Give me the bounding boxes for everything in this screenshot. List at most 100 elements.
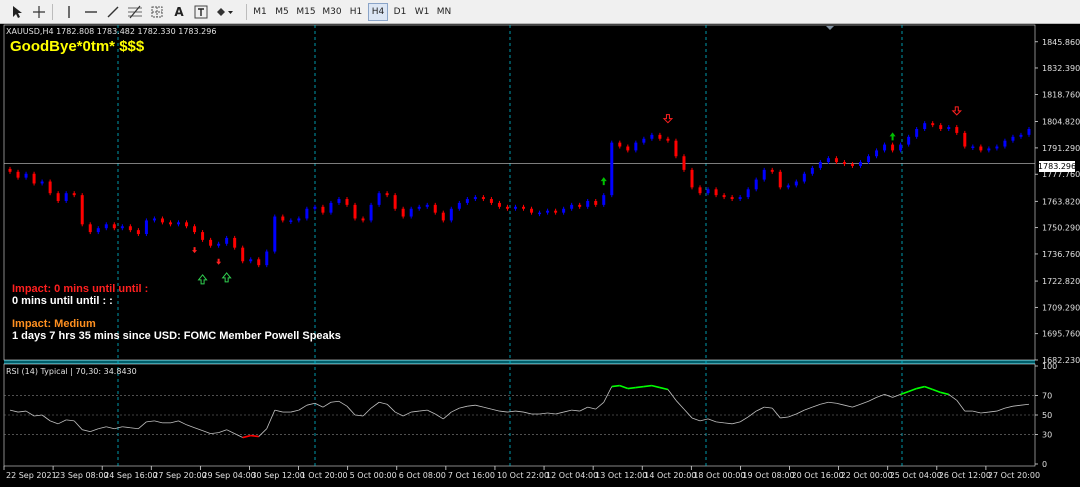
candle-body [562, 208, 566, 213]
time-axis-label: 22 Sep 2021 [6, 471, 57, 480]
candle-body [401, 208, 405, 217]
rsi-segment [322, 401, 332, 408]
candle-body [770, 169, 774, 172]
rsi-segment [170, 420, 179, 424]
candle-body [329, 202, 333, 213]
timeframe-m30-button[interactable]: M30 [320, 3, 344, 21]
rsi-segment [178, 420, 187, 426]
candle-body [393, 195, 397, 209]
text-icon[interactable]: A [170, 3, 188, 21]
rsi-segment [683, 408, 693, 419]
rsi-segment [828, 401, 837, 404]
horizontal-line-icon[interactable] [82, 3, 100, 21]
candle-body [16, 171, 20, 178]
fibonacci-icon[interactable] [126, 3, 144, 21]
candle-body [257, 259, 261, 266]
rsi-segment [587, 406, 596, 410]
chart-canvas[interactable]: 1845.860 1832.390 1818.760 1804.820 1791.290… [0, 24, 1080, 487]
rsi-segment [852, 403, 861, 408]
candle-body [939, 125, 943, 130]
rsi-segment [876, 394, 885, 398]
candle-body [1011, 136, 1015, 141]
rsi-segment [154, 420, 163, 424]
timeframe-m5-button[interactable]: M5 [272, 3, 292, 21]
candle-body [321, 206, 325, 213]
rsi-segment [402, 411, 412, 417]
candle-body [417, 206, 421, 209]
timeframe-d1-button[interactable]: D1 [390, 3, 410, 21]
candle-body [80, 195, 84, 225]
rsi-indicator-label: RSI (14) Typical | 70,30: 34.8430 [6, 367, 137, 376]
rsi-segment [106, 426, 115, 430]
time-axis-label: 5 Oct 00:00 [350, 471, 397, 480]
sell-arrow-icon [662, 114, 674, 124]
candle-body [634, 142, 638, 151]
rsi-segment [739, 416, 749, 423]
candle-body [594, 200, 598, 205]
rsi-segment [467, 404, 476, 407]
rsi-segment [234, 433, 243, 438]
rsi-segment [290, 409, 299, 413]
rsi-segment [25, 410, 35, 417]
shapes-dropdown-icon[interactable] [214, 3, 236, 21]
candle-body [72, 193, 76, 196]
candle-body [513, 206, 517, 209]
chart-window[interactable]: 1845.860 1832.390 1818.760 1804.820 1791.290… [0, 24, 1080, 487]
rsi-segment [747, 410, 757, 418]
rsi-segment [972, 410, 981, 414]
rsi-segment [523, 411, 532, 415]
candle-body [128, 226, 132, 231]
rsi-segment [756, 406, 765, 412]
cursor-icon[interactable] [8, 3, 26, 21]
rsi-segment [884, 394, 893, 398]
crosshair-icon[interactable] [30, 3, 48, 21]
rsi-segment [483, 406, 492, 410]
buy-arrow-icon [889, 132, 896, 141]
candle-body [353, 204, 357, 219]
candle-body [875, 150, 879, 157]
candle-body [425, 204, 429, 207]
candle-body [152, 218, 156, 221]
rsi-segment [515, 410, 524, 413]
timeframe-m15-button[interactable]: M15 [294, 3, 318, 21]
sell-arrow-icon [192, 247, 198, 254]
candle-body [281, 216, 285, 221]
candle-body [762, 169, 766, 180]
rsi-segment [627, 386, 636, 390]
rsi-segment [330, 400, 340, 403]
candle-body [610, 142, 614, 196]
timeframe-m1-button[interactable]: M1 [250, 3, 270, 21]
candle-body [1019, 134, 1023, 137]
trendline-icon[interactable] [104, 3, 122, 21]
timeframe-mn-button[interactable]: MN [434, 3, 454, 21]
rsi-segment [732, 421, 741, 425]
time-axis-label: 22 Oct 00:00 [841, 471, 893, 480]
time-axis-label: 1 Oct 20:00 [301, 471, 348, 480]
timeframe-h4-button[interactable]: H4 [368, 3, 388, 21]
candle-body [120, 226, 124, 229]
rsi-segment [57, 419, 67, 425]
toolbar-separator [52, 4, 53, 20]
candle-body [8, 168, 12, 172]
candle-body [746, 189, 750, 198]
rsi-axis-label: 100 [1042, 362, 1057, 371]
rsi-segment [908, 387, 917, 393]
rsi-segment [619, 384, 629, 390]
rsi-segment [338, 400, 348, 407]
candle-body [658, 134, 662, 139]
rsi-segment [266, 409, 276, 429]
vertical-line-icon[interactable] [60, 3, 78, 21]
candle-body [249, 259, 253, 262]
candle-body [297, 218, 301, 221]
grid-channel-icon[interactable] [148, 3, 166, 21]
rsi-segment [699, 418, 709, 422]
time-axis-label: 6 Oct 08:00 [399, 471, 446, 480]
timeframe-h1-button[interactable]: H1 [346, 3, 366, 21]
timeframe-w1-button[interactable]: W1 [412, 3, 432, 21]
text-label-icon[interactable] [192, 3, 210, 21]
candle-body [979, 146, 983, 151]
candle-body [963, 132, 967, 147]
candle-body [489, 199, 493, 203]
candle-body [457, 202, 461, 209]
candle-body [160, 218, 164, 223]
